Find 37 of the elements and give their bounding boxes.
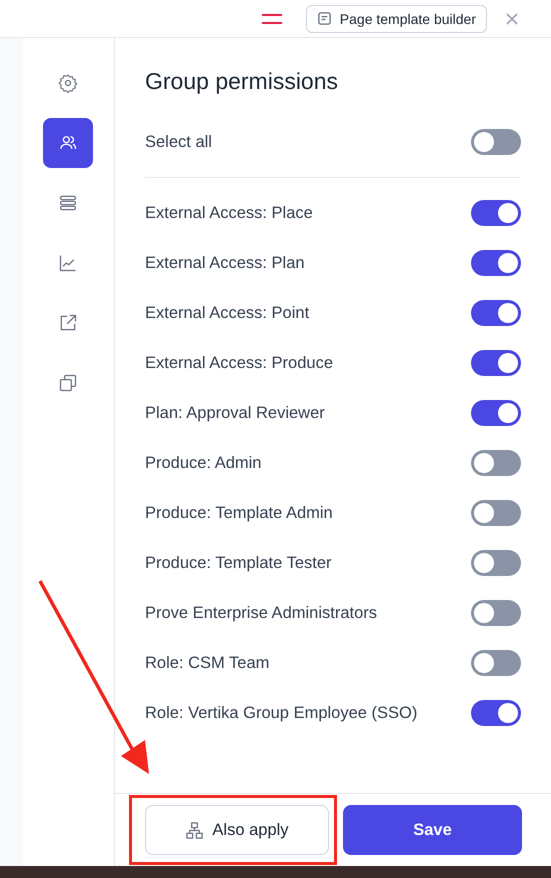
permission-label: Prove Enterprise Administrators xyxy=(145,604,378,622)
permission-label: External Access: Plan xyxy=(145,254,305,272)
permission-label: External Access: Place xyxy=(145,204,313,222)
page-template-button[interactable]: Page template builder xyxy=(306,4,487,32)
toggle-switch[interactable] xyxy=(471,350,521,376)
sidebar-button[interactable] xyxy=(43,118,93,168)
toggle-switch[interactable] xyxy=(471,600,521,626)
document-icon xyxy=(316,11,332,26)
toggle-switch[interactable] xyxy=(471,550,521,576)
permission-label: Produce: Template Admin xyxy=(145,504,333,522)
toggle-switch[interactable] xyxy=(471,700,521,726)
panel-title: Group permissions xyxy=(145,68,340,95)
settings-icon xyxy=(58,73,78,93)
stack-icon xyxy=(58,193,78,213)
toggle-switch[interactable] xyxy=(471,400,521,426)
line-chart-icon xyxy=(58,253,78,273)
toggle-switch[interactable] xyxy=(471,500,521,526)
permission-label: Role: Vertika Group Employee (SSO) xyxy=(145,704,418,722)
permission-label: Plan: Approval Reviewer xyxy=(145,404,325,422)
toggle-switch[interactable] xyxy=(471,250,521,276)
permission-label: Produce: Admin xyxy=(145,454,262,472)
also-apply-button[interactable]: Also apply xyxy=(145,805,329,855)
toggle-switch[interactable] xyxy=(471,650,521,676)
hierarchy-icon xyxy=(185,820,204,840)
save-button[interactable]: Save xyxy=(343,805,522,855)
toggle-switch[interactable] xyxy=(471,300,521,326)
toggle-switch[interactable] xyxy=(471,200,521,226)
toggle-switch[interactable] xyxy=(471,129,521,155)
toggle-switch[interactable] xyxy=(471,450,521,476)
select-all-label: Select all xyxy=(145,132,212,152)
close-icon[interactable] xyxy=(505,12,519,26)
permission-label: External Access: Produce xyxy=(145,354,334,372)
permission-label: External Access: Point xyxy=(145,304,310,322)
permission-label: Role: CSM Team xyxy=(145,654,270,672)
copy-icon xyxy=(58,373,78,393)
permission-label: Produce: Template Tester xyxy=(145,554,332,572)
external-link-icon xyxy=(58,313,78,333)
